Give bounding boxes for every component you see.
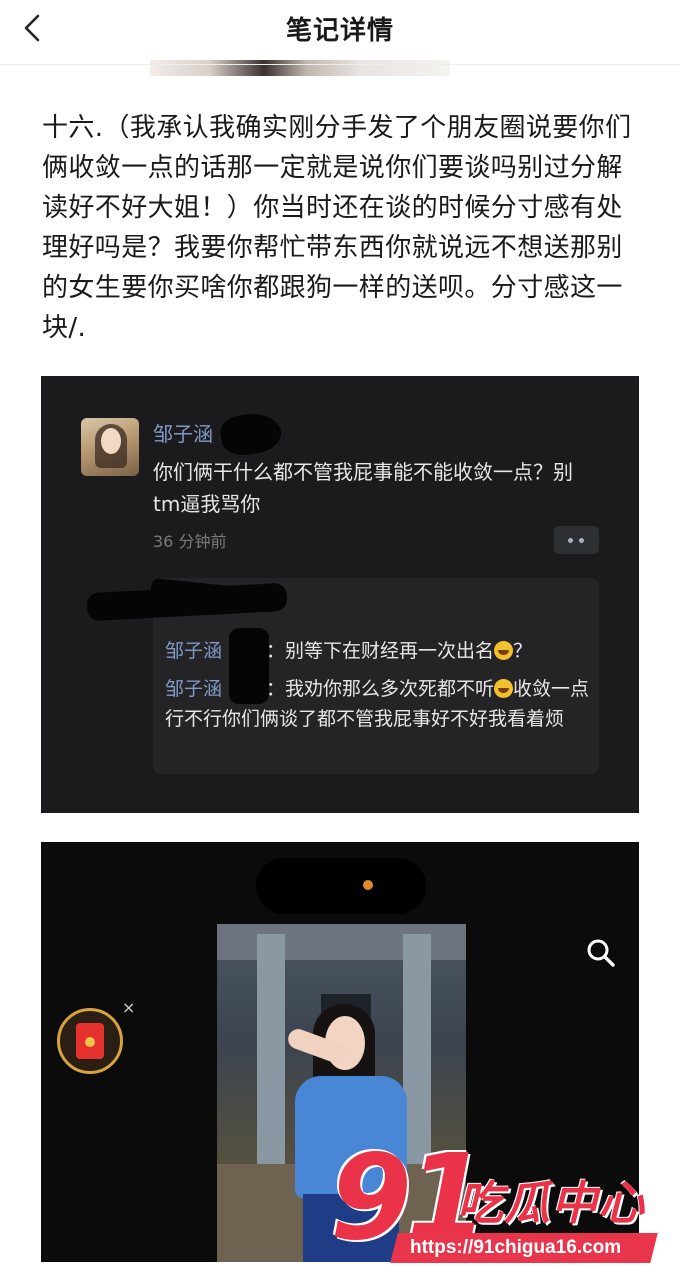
watermark-url: https://91chigua16.com	[390, 1233, 658, 1263]
comment-text: 你们俩干什么都不管我屁事能不能收敛一点？别tm逼我骂你	[153, 460, 573, 516]
top-bar: 笔记详情	[0, 0, 680, 56]
search-icon	[583, 935, 619, 971]
avatar	[81, 418, 139, 476]
reply-author: 邹子涵	[165, 678, 223, 700]
redaction-scribble	[229, 628, 269, 704]
redaction-scribble	[218, 410, 284, 458]
comment-time: 36 分钟前	[153, 532, 227, 551]
watermark-text: 吃瓜中心	[457, 1176, 645, 1230]
comment-screenshot-image[interactable]: 邹子涵 你们俩干什么都不管我屁事能不能收敛一点？别tm逼我骂你 36 分钟前 邹…	[41, 376, 639, 813]
camera-indicator	[363, 880, 373, 890]
laughing-crying-emoji-icon	[494, 679, 514, 698]
close-icon: ×	[122, 998, 136, 1017]
more-dots-icon	[554, 526, 599, 554]
page-title: 笔记详情	[285, 16, 394, 46]
post-body-text: 十六.（我承认我确实刚分手发了个朋友圈说要你们俩收敛一点的话那一定就是说你们要谈…	[42, 113, 632, 343]
reply-author: 邹子涵	[165, 640, 223, 662]
camera-notch	[256, 858, 426, 914]
reply-text: 别等下在财经再一次出名	[285, 640, 495, 662]
red-envelope-icon	[57, 1008, 123, 1074]
laughing-crying-emoji-icon	[494, 641, 514, 660]
cropped-image-strip	[150, 60, 450, 76]
reply-tail: ？	[513, 640, 533, 662]
header-divider	[0, 64, 680, 65]
watermark-url-text: https://91chigua16.com	[410, 1237, 622, 1258]
commenter-name: 邹子涵	[153, 422, 213, 446]
reply-text: 我劝你那么多次死都不听	[285, 678, 495, 700]
